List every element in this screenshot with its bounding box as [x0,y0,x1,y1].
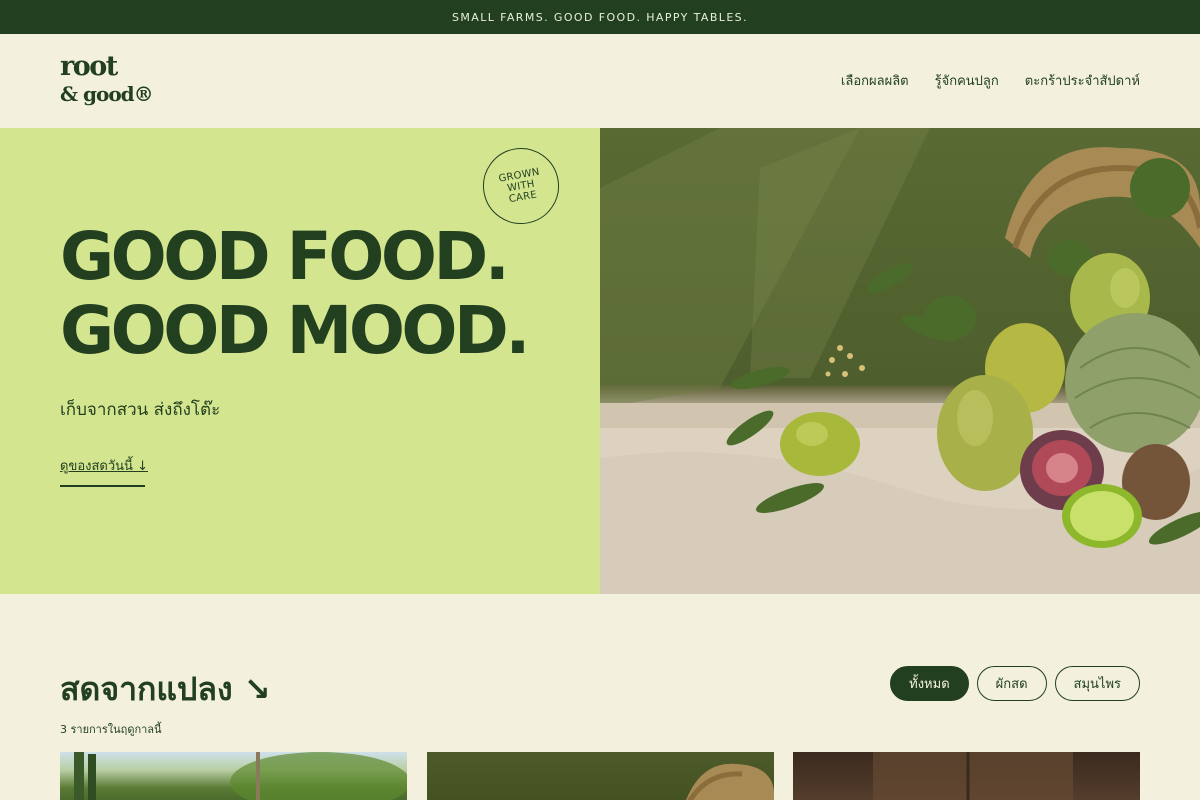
logo-line-2: & good® [60,82,154,106]
product-card[interactable] [793,752,1140,800]
nav-link-weekly-basket[interactable]: ตะกร้าประจำสัปดาห์ [1025,70,1140,91]
main-nav: เลือกผลผลิต รู้จักคนปลูก ตะกร้าประจำสัปด… [841,70,1140,91]
brand-logo[interactable]: root & good® [60,51,154,107]
filter-all-chip[interactable]: ทั้งหมด [890,666,969,701]
product-card-image [74,752,407,800]
hero-title: GOOD FOOD. GOOD MOOD. [60,218,530,369]
hero-title-line-2: GOOD MOOD. [60,292,530,369]
product-count: 3 รายการในฤดูกาลนี้ [60,723,162,736]
hero-subtitle: เก็บจากสวน ส่งถึงโต๊ะ [60,400,221,420]
product-card-image [873,752,1073,800]
product-card-image [686,763,774,800]
announcement-bar: SMALL FARMS. GOOD FOOD. HAPPY TABLES. [0,0,1200,34]
category-filters: ทั้งหมด ผักสด สมุนไพร [890,666,1140,701]
announcement-text: SMALL FARMS. GOOD FOOD. HAPPY TABLES. [452,10,748,24]
hero-title-line-1: GOOD FOOD. [60,218,510,295]
produce-illustration [600,128,1200,594]
nav-link-products[interactable]: เลือกผลผลิต [841,70,909,91]
filter-herbs-chip[interactable]: สมุนไพร [1054,666,1140,701]
browse-fresh-link[interactable]: ดูของสดวันนี้ ↓ [60,455,148,487]
nav-link-growers[interactable]: รู้จักคนปลูก [935,70,999,91]
section-title: สดจากแปลง ↘ [60,670,271,708]
hero-produce-image [600,128,1200,594]
grown-with-care-badge: GROWN WITH CARE [476,141,566,231]
product-card[interactable] [427,752,774,800]
logo-line-1: root [60,51,118,82]
hero-panel: GROWN WITH CARE GOOD FOOD. GOOD MOOD. เก… [0,128,600,594]
filter-vegetables-chip[interactable]: ผักสด [976,666,1047,701]
product-card[interactable] [60,752,407,800]
site-header: root & good® เลือกผลผลิต รู้จักคนปลูก ตะ… [0,34,1200,128]
